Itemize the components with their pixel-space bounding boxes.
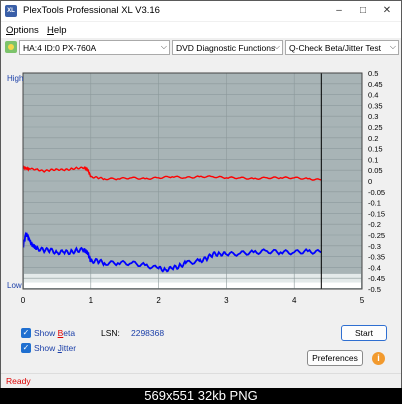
x-tick-label: 4: [292, 296, 297, 305]
preferences-button[interactable]: Preferences: [307, 350, 363, 366]
info-icon[interactable]: i: [372, 352, 385, 365]
lsn-label: LSN:: [101, 328, 120, 338]
beta-jitter-chart: 0.5 0.45 0.40.35 0.3 0.25 0.2 0.150.1 0.05 0 -0.0…: [7, 69, 385, 305]
show-beta-checkbox[interactable]: ✓: [21, 328, 31, 338]
x-tick-label: 0: [21, 296, 26, 305]
chart-area: 0.5 0.45 0.4 0.35 0.3 0.25 0.2 0.15 0.1 0.05 0 -0.0…: [1, 61, 401, 315]
status-text: Ready: [6, 376, 31, 386]
y-tick-label: -0.35: [368, 253, 385, 262]
start-button[interactable]: Start: [341, 325, 387, 341]
drive-icon: [5, 41, 17, 53]
chevron-down-icon: ⌵: [389, 42, 396, 51]
y-tick-label: 0.15: [368, 145, 383, 154]
app-window: XL PlexTools Professional XL V3.16 – □ ✕…: [0, 0, 402, 388]
chevron-down-icon: ⌵: [273, 42, 280, 51]
x-tick-label: 1: [89, 296, 94, 305]
show-jitter-checkbox[interactable]: ✓: [21, 343, 31, 353]
x-tick-label: 2: [156, 296, 161, 305]
minimize-icon[interactable]: –: [327, 3, 351, 19]
y-tick-label: 0.35: [368, 101, 383, 110]
x-tick-label: 3: [224, 296, 229, 305]
y-tick-label: -0.25: [368, 231, 385, 240]
drive-select-value: HA:4 ID:0 PX-760A: [23, 43, 97, 53]
y-tick-label: -0.45: [368, 274, 385, 283]
show-jitter-label[interactable]: Show Jitter: [34, 343, 76, 353]
y-tick-label: -0.3: [368, 242, 381, 251]
title-bar: XL PlexTools Professional XL V3.16 – □ ✕: [1, 1, 401, 21]
axis-low-label: Low: [7, 281, 22, 290]
y-tick-label: -0.2: [368, 220, 381, 229]
function-select[interactable]: DVD Diagnostic Functions ⌵: [172, 40, 283, 55]
maximize-icon[interactable]: □: [351, 3, 375, 19]
y-tick-label: 0.1: [368, 155, 378, 164]
app-logo-icon: XL: [5, 5, 17, 17]
y-tick-label: -0.15: [368, 209, 385, 218]
menu-options[interactable]: Options: [6, 25, 39, 36]
plot-lower-band: [24, 282, 361, 288]
drive-select[interactable]: HA:4 ID:0 PX-760A ⌵: [19, 40, 170, 55]
y-tick-label: 0.05: [368, 166, 383, 175]
status-bar: Ready: [1, 373, 401, 388]
y-tick-label: -0.5: [368, 285, 381, 294]
y-tick-label: 0.4: [368, 91, 378, 100]
image-caption: 569x551 32kb PNG: [144, 388, 258, 403]
y-tick-label: 0.5: [368, 69, 378, 78]
close-icon[interactable]: ✕: [375, 3, 399, 19]
test-select-value: Q-Check Beta/Jitter Test: [289, 43, 381, 53]
y-tick-label: 0.25: [368, 123, 383, 132]
show-beta-label[interactable]: Show Beta: [34, 328, 75, 338]
y-tick-label: 0.2: [368, 134, 378, 143]
function-select-value: DVD Diagnostic Functions: [176, 43, 276, 53]
axis-high-label: High: [7, 74, 23, 83]
y-tick-label: 0.45: [368, 80, 383, 89]
x-tick-label: 5: [360, 296, 365, 305]
test-select[interactable]: Q-Check Beta/Jitter Test ⌵: [285, 40, 399, 55]
y-tick-label: -0.4: [368, 263, 381, 272]
chevron-down-icon: ⌵: [160, 42, 167, 51]
window-title: PlexTools Professional XL V3.16: [23, 5, 160, 16]
y-tick-label: -0.05: [368, 188, 385, 197]
y-tick-label: -0.1: [368, 199, 381, 208]
menu-help[interactable]: Help: [47, 25, 67, 36]
y-tick-label: 0.3: [368, 112, 378, 121]
menu-bar: Options Help: [1, 22, 401, 38]
lsn-value: 2298368: [131, 328, 165, 338]
y-tick-label: 0: [368, 177, 372, 186]
